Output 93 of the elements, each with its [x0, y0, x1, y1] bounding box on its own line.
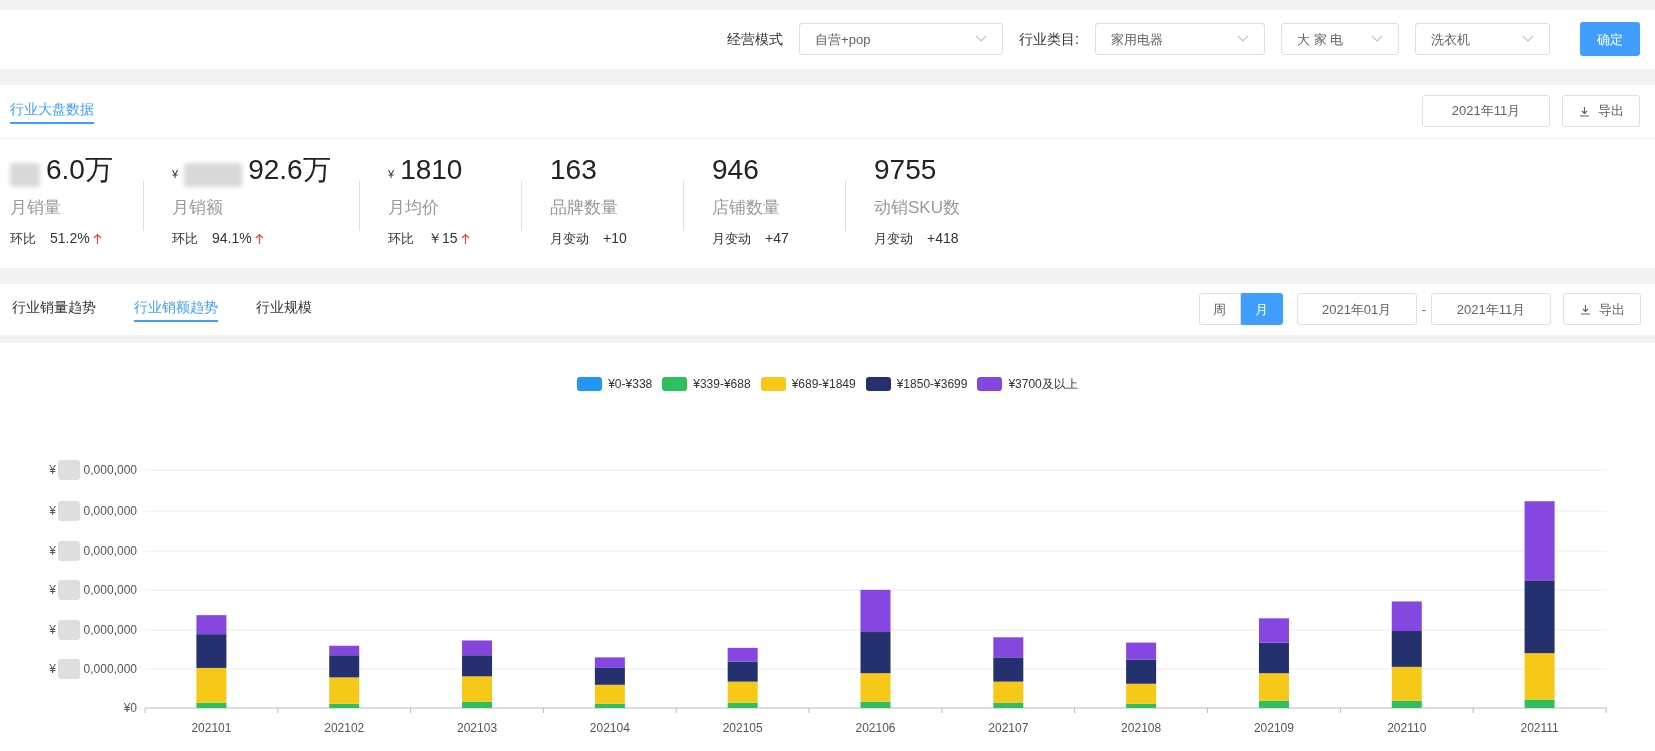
- stacked-bar: [594, 657, 625, 708]
- x-axis-label: 202102: [324, 721, 365, 735]
- arrow-up-icon: [460, 232, 470, 245]
- legend-label: ¥0-¥338: [608, 376, 653, 393]
- y-axis-label: 0,000,000: [83, 583, 137, 597]
- y-axis-label: ¥: [49, 463, 56, 477]
- stacked-bar: [727, 647, 758, 708]
- dropdown-field[interactable]: 大 家 电: [1281, 23, 1399, 56]
- legend-label: ¥1850-¥3699: [896, 376, 968, 393]
- chevron-down-icon: [1522, 35, 1534, 44]
- y-axis-label: ¥: [49, 504, 56, 518]
- y-axis-label: ¥: [49, 544, 56, 558]
- x-axis-label: 202110: [1387, 721, 1427, 735]
- stacked-bar: [329, 645, 360, 708]
- kpi-label: 月销额: [172, 196, 224, 219]
- change-value: ￥15: [428, 229, 458, 249]
- x-axis-label: 202108: [1121, 721, 1162, 735]
- change-value: 94.1%: [212, 229, 252, 249]
- y-axis-label: 0,000,000: [83, 463, 137, 477]
- chart-tab[interactable]: 行业销量趋势: [12, 296, 96, 322]
- download-icon: [1578, 105, 1590, 117]
- x-axis-label: 202111: [1520, 721, 1559, 735]
- range-separator: -: [1421, 300, 1426, 319]
- y-axis-label: ¥: [49, 623, 56, 637]
- period-toggle[interactable]: 周: [1198, 293, 1241, 326]
- blurred-patch: [58, 620, 80, 640]
- date-picker[interactable]: 2021年01月: [1296, 293, 1417, 326]
- filter-label: 经营模式: [727, 29, 784, 49]
- blurred-patch: [58, 460, 80, 480]
- change-value: +418: [927, 229, 959, 249]
- legend-label: ¥339-¥688: [693, 376, 751, 393]
- kpi-label: 店铺数量: [712, 196, 781, 219]
- currency-sign: ¥: [388, 167, 395, 183]
- change-label: 月变动: [712, 229, 751, 248]
- kpi-value: 163: [550, 152, 597, 187]
- month-picker[interactable]: 2021年11月: [1422, 95, 1550, 128]
- currency-sign: ¥: [172, 167, 179, 183]
- stacked-bar: [993, 637, 1024, 708]
- y-axis-label: ¥: [49, 583, 56, 597]
- change-label: 环比: [172, 229, 198, 248]
- x-axis-label: 202105: [722, 721, 763, 735]
- kpi-value: 9755: [874, 152, 937, 187]
- dropdown-field[interactable]: 家用电器: [1095, 23, 1265, 56]
- y-axis-label: ¥: [49, 662, 56, 676]
- legend-label: ¥3700及以上: [1008, 376, 1078, 393]
- change-label: 环比: [10, 229, 36, 248]
- export-button[interactable]: 导出: [1563, 293, 1641, 326]
- kpi-label: 月销量: [10, 196, 62, 219]
- change-label: 环比: [388, 229, 414, 248]
- kpi-label: 品牌数量: [550, 196, 619, 219]
- dropdown-field[interactable]: 洗衣机: [1415, 23, 1550, 56]
- chevron-down-icon: [975, 35, 988, 44]
- stacked-bar: [1126, 642, 1157, 708]
- blurred-patch: [58, 659, 80, 679]
- kpi-value: 1810: [400, 152, 463, 187]
- y-axis-label: 0,000,000: [83, 504, 137, 518]
- arrow-up-icon: [254, 232, 264, 245]
- kpi-label: 月均价: [388, 196, 440, 219]
- x-axis-label: 202107: [988, 721, 1029, 735]
- y-axis-label: 0,000,000: [83, 662, 137, 676]
- blurred-patch: [58, 541, 80, 561]
- filter-label: 行业类目:: [1019, 29, 1079, 49]
- change-value: +10: [603, 229, 627, 249]
- y-axis-label: 0,000,000: [83, 544, 137, 558]
- y-axis-label: ¥0: [123, 701, 137, 715]
- dropdown-field[interactable]: 自营+pop: [799, 23, 1004, 56]
- arrow-up-icon: [92, 232, 102, 245]
- blurred-patch: [184, 162, 243, 187]
- kpi-value: 946: [712, 152, 759, 187]
- x-axis-label: 202101: [191, 721, 232, 735]
- kpi-value: 6.0万: [46, 152, 113, 187]
- date-picker[interactable]: 2021年11月: [1431, 293, 1551, 326]
- change-label: 月变动: [550, 229, 589, 248]
- export-button[interactable]: 导出: [1562, 95, 1640, 128]
- kpi-label: 动销SKU数: [874, 196, 960, 219]
- blurred-patch: [10, 162, 40, 187]
- change-value: 51.2%: [50, 229, 90, 249]
- download-icon: [1579, 303, 1591, 315]
- chart-tab[interactable]: 行业规模: [256, 296, 312, 322]
- x-axis-label: 202103: [457, 721, 498, 735]
- kpi-value: 92.6万: [248, 152, 331, 187]
- blurred-patch: [58, 580, 80, 600]
- change-value: +47: [765, 229, 789, 249]
- change-label: 月变动: [874, 229, 913, 248]
- blurred-patch: [58, 501, 80, 521]
- chevron-down-icon: [1371, 35, 1383, 44]
- chevron-down-icon: [1237, 35, 1249, 44]
- y-axis-label: 0,000,000: [83, 623, 137, 637]
- x-axis-label: 202104: [589, 721, 630, 735]
- stacked-bar: [462, 640, 493, 708]
- x-axis-label: 202106: [855, 721, 896, 735]
- x-axis-label: 202109: [1253, 721, 1294, 735]
- legend-label: ¥689-¥1849: [791, 376, 856, 393]
